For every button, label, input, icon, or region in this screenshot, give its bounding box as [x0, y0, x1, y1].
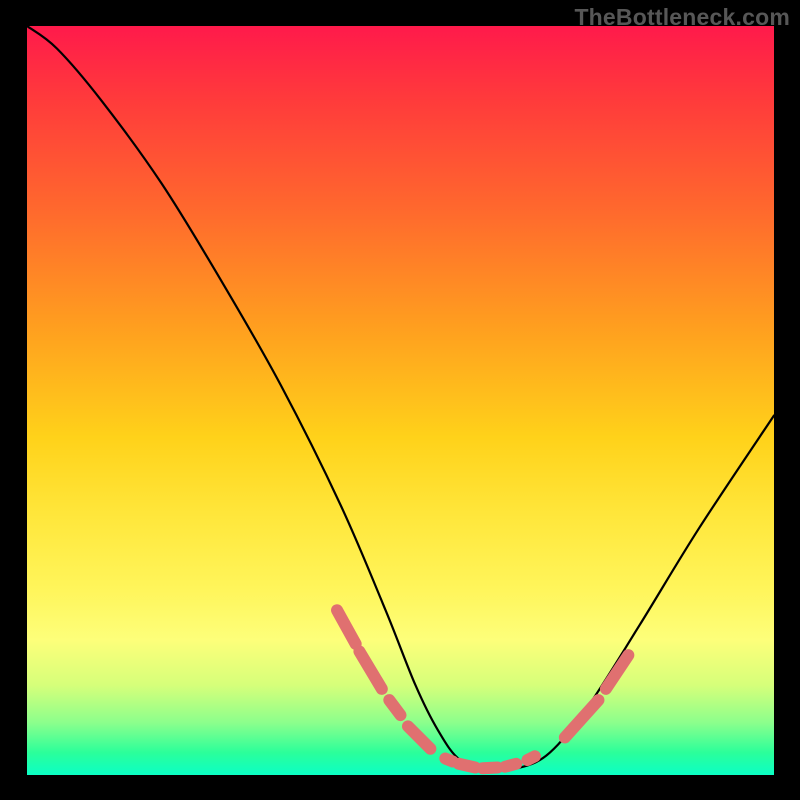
highlight-segments — [337, 610, 628, 768]
curve-layer — [27, 26, 774, 775]
chart-frame: TheBottleneck.com — [0, 0, 800, 800]
watermark-text: TheBottleneck.com — [574, 4, 790, 31]
bottleneck-curve — [27, 26, 774, 769]
plot-area — [27, 26, 774, 775]
